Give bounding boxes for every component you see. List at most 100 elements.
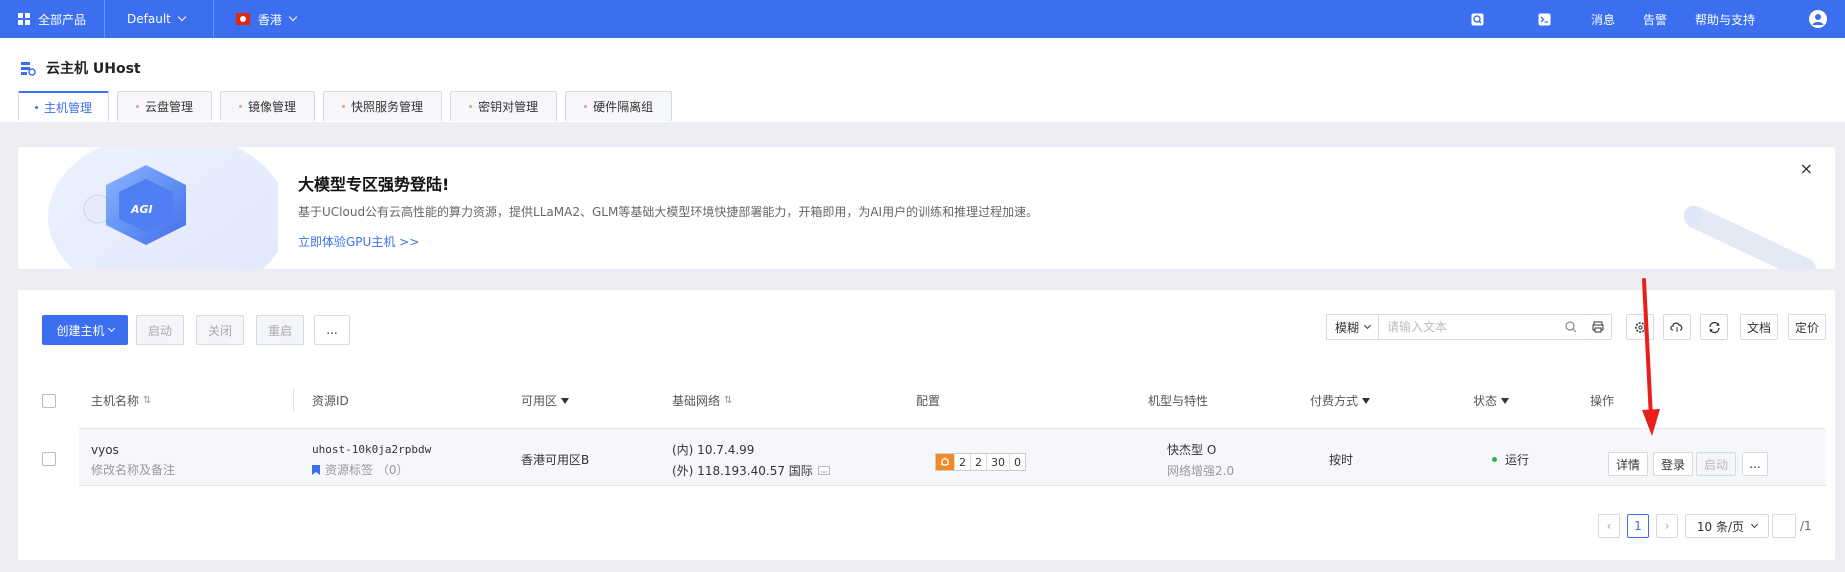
tab-snapshot-management[interactable]: 快照服务管理 [323,91,443,121]
all-products-label: 全部产品 [38,12,87,27]
host-list-panel: 创建主机 启动 关闭 重启 ... 模糊 文档 定价 主机名称⇅ 资源ID 可用… [18,290,1835,560]
cloud-icon [1670,322,1683,332]
filter-icon [561,397,570,404]
dot-icon [584,105,588,108]
terminal-icon [1538,13,1551,25]
chevron-down-icon [1363,321,1372,329]
chevron-down-icon [107,324,115,332]
search-button[interactable] [1457,13,1524,26]
th-zone-label: 可用区 [521,394,558,408]
machine-type: 快杰型 O [1167,443,1217,457]
tab-image-management[interactable]: 镜像管理 [220,91,316,121]
banner-close-button[interactable]: × [1800,159,1813,178]
tab-keypair-management[interactable]: 密钥对管理 [450,91,558,121]
host-name[interactable]: vyos [91,443,119,457]
th-status[interactable]: 状态 [1473,392,1510,409]
tab-label: 镜像管理 [248,100,297,114]
agi-badge: AGI [131,203,153,216]
th-network[interactable]: 基础网络 ⇅ [672,392,732,409]
page-1-button[interactable]: 1 [1627,514,1649,538]
chevron-down-icon [177,12,187,22]
terminal-button[interactable] [1524,13,1577,26]
th-billing[interactable]: 付费方式 [1310,392,1371,409]
project-selector[interactable]: Default [105,0,214,38]
dot-icon [469,105,473,108]
resource-tags[interactable]: 资源标签 （0） [312,461,408,478]
sort-icon: ⇅ [143,395,152,406]
config-cpu: 2 [954,454,970,470]
project-label: Default [127,12,171,26]
next-page-button[interactable]: › [1656,514,1678,538]
tab-label: 硬件隔离组 [593,100,654,114]
restart-button[interactable]: 重启 [256,315,304,345]
user-avatar[interactable] [1795,10,1845,28]
cloud-sync-button[interactable] [1663,314,1691,340]
page-size-select[interactable]: 10 条/页 [1685,514,1769,538]
region-selector[interactable]: 香港 [214,0,318,38]
search-input[interactable] [1379,315,1557,339]
prev-page-button[interactable]: ‹ [1598,514,1620,538]
tab-label: 主机管理 [44,100,93,115]
product-tabs: 主机管理 云盘管理 镜像管理 快照服务管理 密钥对管理 硬件隔离组 [18,91,673,121]
pricing-button[interactable]: 定价 [1788,314,1827,340]
resource-tags-label: 资源标签 （0） [325,463,409,477]
edit-remark-link[interactable]: 修改名称及备注 [91,461,175,478]
tab-label: 云盘管理 [145,100,194,114]
search-icon[interactable] [1565,321,1577,333]
select-all-checkbox[interactable] [42,394,56,408]
search-mode-select[interactable]: 模糊 [1327,315,1379,339]
search-mode-label: 模糊 [1334,320,1359,335]
create-host-button[interactable]: 创建主机 [42,315,128,345]
dot-icon [136,105,140,108]
th-name-label: 主机名称 [91,394,140,408]
messages-link[interactable]: 消息 [1577,11,1629,28]
bookmark-icon [312,464,320,475]
billing-mode: 按时 [1329,453,1354,467]
docs-button[interactable]: 文档 [1740,314,1779,340]
search-icon [1471,13,1484,25]
chevron-down-icon [1751,520,1759,528]
tab-disk-management[interactable]: 云盘管理 [117,91,213,121]
ip-external: (外) 118.193.40.57 国际 [672,464,813,478]
tab-label: 快照服务管理 [351,100,424,114]
more-actions-button[interactable]: ... [314,315,350,345]
th-name[interactable]: 主机名称 ⇅ [91,392,151,409]
th-zone[interactable]: 可用区 [521,392,570,409]
config-memory: 2 [970,454,986,470]
dot-icon [35,105,38,109]
refresh-button[interactable] [1700,314,1728,340]
column-divider [293,388,294,412]
tab-host-management[interactable]: 主机管理 [18,91,110,121]
table-row: vyos 修改名称及备注 uhost-10k0ja2rpbdw 资源标签 （0）… [79,428,1826,486]
search-box: 模糊 [1326,314,1586,340]
page-jump-input[interactable] [1772,514,1796,538]
grid-icon [18,13,30,25]
th-status-label: 状态 [1473,394,1498,408]
page-title-text: 云主机 UHost [46,61,141,77]
all-products-menu[interactable]: 全部产品 [0,0,106,38]
status-badge: 运行 [1492,451,1529,468]
user-icon [1809,10,1827,28]
shutdown-button[interactable]: 关闭 [196,315,244,345]
ip-external-row: (外) 118.193.40.57 国际 [672,462,830,479]
row-more-button[interactable]: ... [1742,452,1768,476]
page-size-label: 10 条/页 [1696,519,1745,534]
refresh-icon [1708,321,1720,333]
print-button[interactable] [1584,314,1612,340]
th-network-label: 基础网络 [672,394,721,408]
ubuntu-icon [936,454,954,470]
alerts-link[interactable]: 告警 [1629,11,1681,28]
start-button[interactable]: 启动 [136,315,184,345]
network-card-icon[interactable] [817,466,830,475]
tab-isolation-group[interactable]: 硬件隔离组 [565,91,673,121]
detail-button[interactable]: 详情 [1608,452,1649,476]
region-label: 香港 [257,12,282,27]
resource-id[interactable]: uhost-10k0ja2rpbdw [312,443,431,456]
sort-icon: ⇅ [724,395,733,406]
th-type: 机型与特性 [1148,394,1209,408]
banner-gpu-link[interactable]: 立即体验GPU主机 >> [298,233,419,250]
help-link[interactable]: 帮助与支持 [1681,11,1795,28]
row-checkbox[interactable] [42,452,56,466]
login-button[interactable]: 登录 [1653,452,1694,476]
row-start-button[interactable]: 启动 [1696,452,1737,476]
